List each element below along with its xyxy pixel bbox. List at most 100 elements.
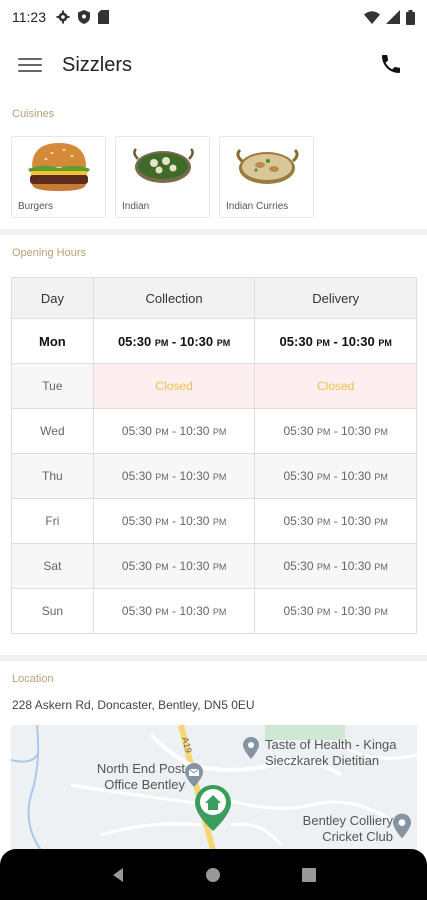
section-divider <box>0 655 427 661</box>
collection-hours-cell: Closed <box>92 363 256 409</box>
pm-suffix: PM <box>374 427 388 437</box>
recents-button[interactable] <box>297 863 321 887</box>
map-place-label[interactable]: Taste of Health - Kinga Sieczkarek Dieti… <box>265 737 417 769</box>
indian-dish-image <box>133 148 194 183</box>
wifi-icon <box>364 10 380 24</box>
menu-icon-line <box>18 64 42 66</box>
delivery-hours-cell: 05:30 PM - 10:30 PM <box>254 408 417 454</box>
close-time: 10:30 <box>341 469 372 483</box>
close-time: 10:30 <box>179 469 210 483</box>
shield-icon <box>78 10 90 24</box>
restaurant-location-marker-icon[interactable] <box>195 785 231 831</box>
location-map[interactable]: A19 Taste of Health - Kinga Sieczkarek D… <box>11 725 417 850</box>
map-place-label[interactable]: Bentley Colliery Cricket Club <box>283 813 393 845</box>
hours-row: Sun 05:30 PM - 10:30 PM 05:30 PM - 10:30 P… <box>11 588 417 634</box>
pm-suffix: PM <box>316 607 331 617</box>
collection-hours-cell: 05:30 PM - 10:30 PM <box>92 318 256 364</box>
delivery-hours-cell: 05:30 PM - 10:30 PM <box>254 498 417 544</box>
close-time: 10:30 <box>179 514 210 528</box>
time-separator: - <box>168 514 180 528</box>
cuisine-card-burgers[interactable]: Burgers <box>11 136 106 218</box>
home-button[interactable] <box>201 863 225 887</box>
map-place-label[interactable]: North End Post Office Bentley <box>75 761 185 793</box>
call-button[interactable] <box>379 52 405 78</box>
header-delivery: Delivery <box>254 277 417 319</box>
pm-suffix: PM <box>378 337 392 348</box>
open-time: 05:30 <box>279 333 313 349</box>
day-cell: Sat <box>11 543 94 589</box>
menu-button[interactable] <box>18 54 42 78</box>
pm-suffix: PM <box>212 517 227 527</box>
open-time: 05:30 <box>283 559 314 573</box>
battery-icon <box>406 9 415 25</box>
time-separator: - <box>168 604 180 618</box>
close-time: 10:30 <box>341 559 372 573</box>
pm-suffix: PM <box>316 472 331 482</box>
restaurant-title: Sizzlers <box>62 54 133 76</box>
day-cell: Sun <box>11 588 94 634</box>
address-text: 228 Askern Rd, Doncaster, Bentley, DN5 0… <box>12 698 255 712</box>
recents-square-icon <box>302 867 317 882</box>
header-collection: Collection <box>92 277 256 319</box>
back-triangle-icon <box>112 867 123 882</box>
pm-suffix: PM <box>374 472 388 482</box>
collection-hours-cell: 05:30 PM - 10:30 PM <box>92 543 256 589</box>
time-separator: - <box>330 559 342 573</box>
open-time: 05:30 <box>121 514 152 528</box>
sim-card-icon <box>98 10 109 24</box>
status-system-icons <box>364 9 415 25</box>
day-cell: Thu <box>11 453 94 499</box>
hours-row: Mon 05:30 PM - 10:30 PM 05:30 PM - 10:30 P… <box>11 318 417 364</box>
table-header-row: Day Collection Delivery <box>11 277 417 319</box>
cuisine-name: Burgers <box>18 201 54 212</box>
time-separator: - <box>329 333 342 349</box>
place-pin-icon[interactable] <box>243 737 259 759</box>
pm-suffix: PM <box>374 517 388 527</box>
pm-suffix: PM <box>212 607 227 617</box>
pm-suffix: PM <box>155 517 169 527</box>
open-time: 05:30 <box>283 424 314 438</box>
section-divider <box>0 229 427 235</box>
close-time: 10:30 <box>341 424 372 438</box>
hours-row: Fri 05:30 PM - 10:30 PM 05:30 PM - 10:30 P… <box>11 498 417 544</box>
close-time: 10:30 <box>179 559 210 573</box>
day-cell: Mon <box>11 318 94 364</box>
phone-icon <box>382 55 400 73</box>
opening-hours-heading: Opening Hours <box>12 247 86 259</box>
post-office-icon[interactable] <box>185 763 203 787</box>
time-separator: - <box>330 514 342 528</box>
pm-suffix: PM <box>374 607 388 617</box>
opening-hours-table: Day Collection Delivery Mon 05:30 PM - 10… <box>11 277 417 634</box>
pm-suffix: PM <box>155 472 169 482</box>
location-heading: Location <box>12 673 54 685</box>
cuisine-name: Indian <box>122 201 150 212</box>
cuisine-card-indian[interactable]: Indian <box>115 136 210 218</box>
close-time: 10:30 <box>341 514 372 528</box>
cuisine-card-indian-curries[interactable]: Indian Curries <box>219 136 314 218</box>
signal-icon <box>386 10 400 24</box>
time-separator: - <box>330 424 342 438</box>
pm-suffix: PM <box>316 337 330 348</box>
open-time: 05:30 <box>121 604 152 618</box>
delivery-hours-cell: 05:30 PM - 10:30 PM <box>254 543 417 589</box>
status-bar: 11:23 <box>0 0 427 34</box>
collection-hours-cell: 05:30 PM - 10:30 PM <box>92 453 256 499</box>
pm-suffix: PM <box>316 427 331 437</box>
pm-suffix: PM <box>154 337 169 348</box>
time-separator: - <box>330 469 342 483</box>
place-pin-icon[interactable] <box>393 813 411 839</box>
pm-suffix: PM <box>216 337 231 348</box>
hours-row: Thu 05:30 PM - 10:30 PM 05:30 PM - 10:30 P… <box>11 453 417 499</box>
collection-hours-cell: 05:30 PM - 10:30 PM <box>92 588 256 634</box>
day-cell: Fri <box>11 498 94 544</box>
time-separator: - <box>168 333 180 349</box>
back-button[interactable] <box>106 863 130 887</box>
day-cell: Tue <box>11 363 94 409</box>
hours-row: Tue Closed Closed <box>11 363 417 409</box>
time-separator: - <box>330 604 342 618</box>
pm-suffix: PM <box>316 517 331 527</box>
pm-suffix: PM <box>316 562 331 572</box>
open-time: 05:30 <box>121 424 152 438</box>
day-cell: Wed <box>11 408 94 454</box>
pm-suffix: PM <box>155 562 169 572</box>
